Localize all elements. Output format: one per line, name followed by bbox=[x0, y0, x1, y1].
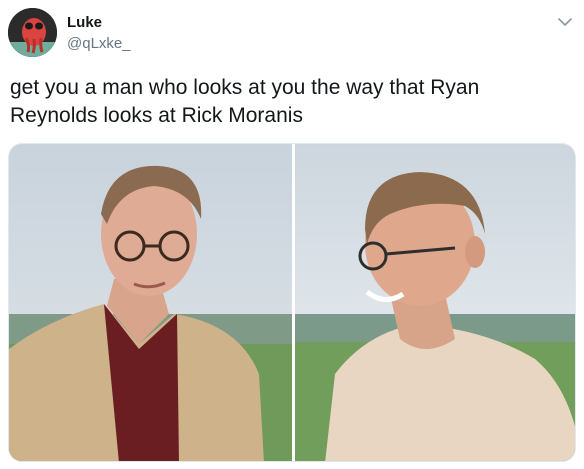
chevron-down-icon[interactable] bbox=[556, 13, 574, 31]
display-name[interactable]: Luke bbox=[67, 14, 102, 31]
tweet-card: Luke @qLxke_ get you a man who looks at … bbox=[0, 0, 584, 469]
tweet-text: get you a man who looks at you the way t… bbox=[10, 76, 480, 127]
smiling-man-cream-shirt-photo[interactable] bbox=[295, 144, 575, 461]
avatar[interactable] bbox=[8, 8, 57, 57]
tweet-media[interactable] bbox=[8, 143, 576, 462]
user-handle[interactable]: @qLxke_ bbox=[67, 35, 131, 52]
zoidberg-avatar-icon bbox=[8, 8, 57, 57]
man-glasses-tan-jacket-photo[interactable] bbox=[9, 144, 292, 461]
